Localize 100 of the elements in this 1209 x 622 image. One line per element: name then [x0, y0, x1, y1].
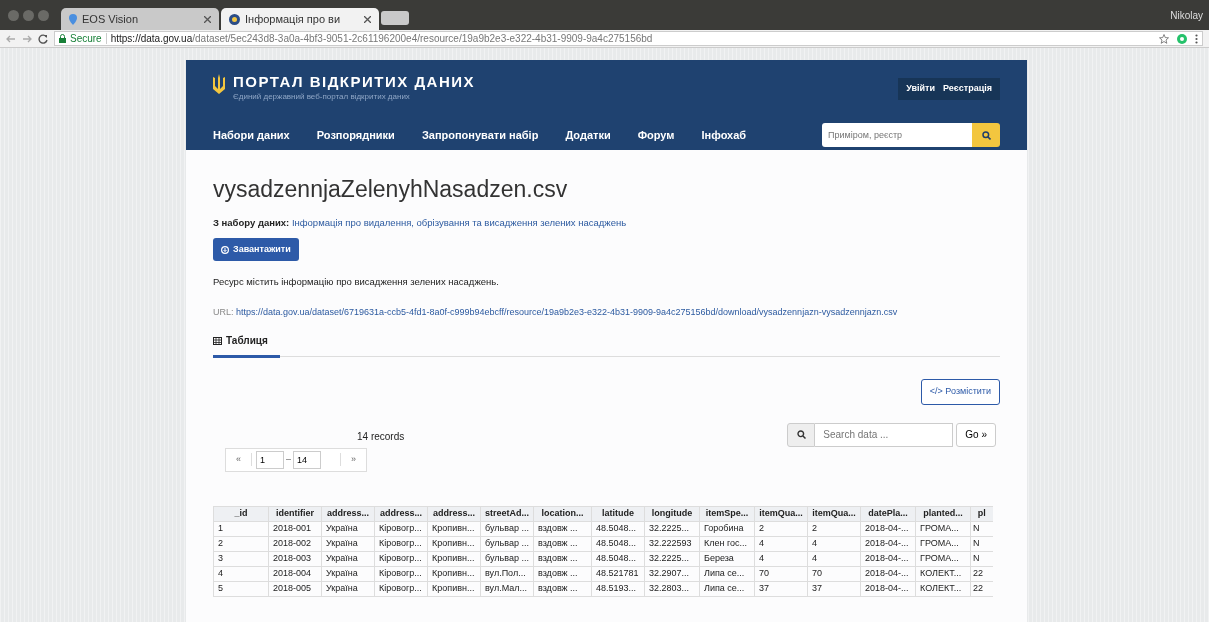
table-cell: 2: [807, 521, 861, 537]
page-from-field[interactable]: 1: [256, 450, 284, 469]
column-header[interactable]: itemQua...: [754, 506, 808, 522]
table-cell: вздовж ...: [533, 521, 592, 537]
search-button[interactable]: [972, 123, 1000, 147]
download-button[interactable]: Завантажити: [213, 237, 299, 262]
auth-link[interactable]: Реєстрація: [943, 82, 992, 96]
window-control-button[interactable]: [8, 9, 19, 21]
column-header[interactable]: datePla...: [860, 506, 916, 522]
table-cell: 3: [213, 551, 269, 567]
star-icon[interactable]: [1159, 33, 1169, 44]
window-control-button[interactable]: [38, 9, 49, 21]
table-cell: 2: [213, 536, 269, 552]
close-icon[interactable]: [204, 15, 211, 23]
table-cell: 48.5048...: [591, 551, 645, 567]
table-cell: 32.2225...: [644, 551, 700, 567]
column-header[interactable]: itemSpe...: [699, 506, 755, 522]
column-header[interactable]: pl: [970, 506, 993, 522]
prev-page-button[interactable]: «: [226, 452, 252, 467]
column-header[interactable]: address...: [321, 506, 375, 522]
forward-icon[interactable]: [22, 33, 32, 44]
table-cell: вул.Мал...: [480, 581, 534, 597]
nav-link[interactable]: Додатки: [565, 126, 611, 144]
nav-link[interactable]: Набори даних: [213, 126, 290, 144]
table-icon: [213, 337, 222, 346]
window-control-button[interactable]: [23, 9, 34, 21]
table-cell: 48.5193...: [591, 581, 645, 597]
site-title[interactable]: ПОРТАЛ ВІДКРИТИХ ДАНИХ: [233, 74, 476, 89]
table-cell: Клен гос...: [699, 536, 755, 552]
go-button[interactable]: Go »: [956, 422, 996, 447]
table-cell: 37: [807, 581, 861, 597]
tab-title: Інформація про ви: [245, 11, 342, 27]
table-cell: Кіровогр...: [374, 521, 428, 537]
table-cell: Кіровогр...: [374, 581, 428, 597]
search-field[interactable]: Приміром, реєстр: [822, 123, 972, 147]
table-cell: бульвар ...: [480, 521, 534, 537]
download-icon: [221, 245, 229, 254]
new-tab-button[interactable]: [381, 11, 409, 25]
table-cell: 4: [213, 566, 269, 582]
table-cell: 1: [213, 521, 269, 537]
column-header[interactable]: latitude: [591, 506, 645, 522]
table-cell: Кропивн...: [427, 566, 481, 582]
column-header[interactable]: itemQua...: [807, 506, 861, 522]
table-cell: Україна: [321, 551, 375, 567]
column-header[interactable]: address...: [427, 506, 481, 522]
browser-tab[interactable]: Інформація про ви: [221, 8, 379, 30]
table-cell: Кіровогр...: [374, 551, 428, 567]
embed-button[interactable]: </> Розмістити: [920, 379, 1000, 405]
table-cell: вздовж ...: [533, 566, 592, 582]
url-link[interactable]: https://data.gov.ua/dataset/6719631a-ccb5-4fd1-8a0f-c999b94ebcff/resource/19a9b2e3-e322-4b31-9909-9a4c275156bd/download/vysadzennjazn-vysadzennjazn.csv: [236, 306, 898, 317]
extension-icon[interactable]: [1177, 33, 1187, 44]
menu-icon[interactable]: [1195, 33, 1198, 44]
column-header[interactable]: longitude: [644, 506, 700, 522]
close-icon[interactable]: [364, 15, 371, 23]
table-cell: 4: [754, 536, 808, 552]
pin-icon: [69, 13, 77, 25]
table-cell: 2018-001: [268, 521, 322, 537]
dataset-link[interactable]: Інформація про видалення, обрізування та висадження зелених насаджень: [291, 216, 627, 228]
table-cell: Україна: [321, 521, 375, 537]
table-cell: Береза: [699, 551, 755, 567]
table-cell: вул.Пол...: [480, 566, 534, 582]
tab-title: EOS Vision: [82, 11, 140, 27]
auth-link[interactable]: Увійти: [906, 82, 936, 96]
table-cell: 32.2907...: [644, 566, 700, 582]
column-header[interactable]: location...: [533, 506, 592, 522]
column-header[interactable]: planted...: [915, 506, 971, 522]
table-cell: Україна: [321, 581, 375, 597]
table-cell: 2018-04-...: [860, 581, 916, 597]
back-icon[interactable]: [6, 33, 16, 44]
nav-link[interactable]: Розпорядники: [316, 126, 395, 144]
reload-icon[interactable]: [38, 33, 48, 44]
browser-tab[interactable]: EOS Vision: [61, 8, 219, 30]
table-cell: ГРОМА...: [915, 551, 971, 567]
table-cell: 4: [807, 551, 861, 567]
column-header[interactable]: _id: [213, 506, 269, 522]
nav-link[interactable]: Інфохаб: [701, 126, 747, 144]
table-cell: 32.2225...: [644, 521, 700, 537]
table-cell: Україна: [321, 536, 375, 552]
table-cell: Кропивн...: [427, 536, 481, 552]
table-cell: 2018-004: [268, 566, 322, 582]
search-data-field[interactable]: Search data ...: [815, 422, 954, 447]
table-cell: Кіровогр...: [374, 566, 428, 582]
table-cell: 2018-005: [268, 581, 322, 597]
site-subtitle: Єдиний державний веб-портал відкритих даних: [233, 91, 411, 103]
address-bar[interactable]: Secure https://data.gov.ua/dataset/5ec243d8-3a0a-4bf3-9051-2c61196200e4/resource/19a9b2e3-e322-4b31-9909-9a4c275156bd: [54, 31, 1203, 46]
column-header[interactable]: identifier: [268, 506, 322, 522]
table-cell: бульвар ...: [480, 536, 534, 552]
trident-icon: [213, 74, 225, 94]
page-to-field[interactable]: 14: [293, 450, 322, 469]
table-cell: 32.222593: [644, 536, 700, 552]
table-cell: 48.521781: [591, 566, 645, 582]
column-header[interactable]: address...: [374, 506, 428, 522]
table-cell: 70: [807, 566, 861, 582]
column-header[interactable]: streetAd...: [480, 506, 534, 522]
nav-link[interactable]: Форум: [637, 126, 675, 144]
nav-link[interactable]: Запропонувати набір: [421, 126, 539, 144]
table-cell: 37: [754, 581, 808, 597]
table-tab[interactable]: Таблиця: [213, 335, 280, 359]
table-cell: Кропивн...: [427, 581, 481, 597]
next-page-button[interactable]: »: [340, 452, 366, 467]
